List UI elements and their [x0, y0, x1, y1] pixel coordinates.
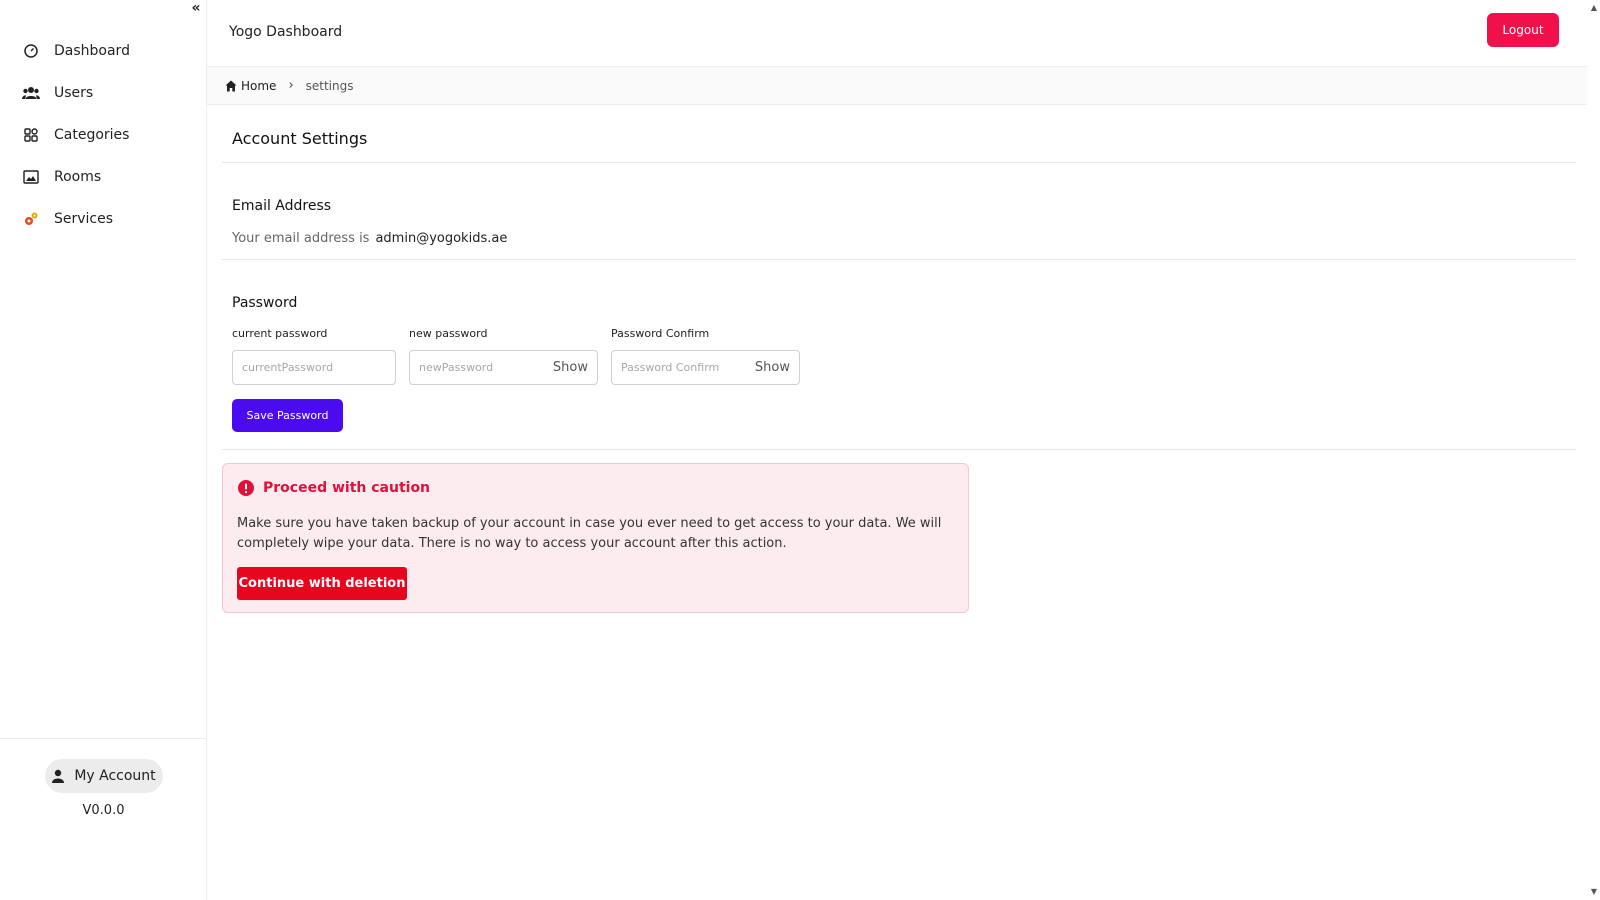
- caution-panel: Proceed with caution Make sure you have …: [222, 463, 969, 613]
- image-icon: [22, 168, 40, 186]
- scroll-up-icon[interactable]: ▲: [1590, 4, 1598, 12]
- users-icon: [22, 84, 40, 102]
- new-password-input[interactable]: [419, 361, 547, 374]
- email-line: Your email address is admin@yogokids.ae: [232, 231, 507, 246]
- page-title: Account Settings: [232, 129, 368, 148]
- breadcrumb-current: settings: [305, 78, 354, 93]
- sidebar-item-label: Categories: [54, 127, 130, 143]
- caution-header: Proceed with caution: [238, 480, 430, 496]
- my-account-button[interactable]: My Account: [45, 759, 163, 793]
- sidebar-item-rooms[interactable]: Rooms: [0, 156, 207, 198]
- sidebar: « Dashboard Users Categories Rooms Servi…: [0, 0, 207, 900]
- new-password-label: new password: [409, 327, 488, 340]
- gauge-icon: [22, 42, 40, 60]
- scroll-down-icon[interactable]: ▼: [1590, 888, 1598, 896]
- sidebar-item-services[interactable]: Services: [0, 198, 207, 240]
- email-prefix: Your email address is: [232, 231, 370, 246]
- show-new-password-button[interactable]: Show: [553, 360, 588, 375]
- chevron-right-icon: ›: [288, 78, 294, 93]
- page-scrollbar[interactable]: ▲ ▼: [1588, 0, 1600, 900]
- confirm-password-field: Show: [611, 350, 800, 385]
- sidebar-nav: Dashboard Users Categories Rooms Service…: [0, 30, 207, 240]
- sidebar-item-label: Users: [54, 85, 94, 101]
- confirm-password-input[interactable]: [621, 361, 749, 374]
- app-version: V0.0.0: [82, 803, 125, 818]
- current-password-label: current password: [232, 327, 328, 340]
- user-icon: [52, 769, 66, 783]
- current-password-input[interactable]: [242, 361, 386, 374]
- logout-button[interactable]: Logout: [1487, 13, 1559, 47]
- sidebar-item-users[interactable]: Users: [0, 72, 207, 114]
- app-root: « Dashboard Users Categories Rooms Servi…: [0, 0, 1600, 900]
- alert-circle-icon: [238, 480, 254, 496]
- sidebar-item-dashboard[interactable]: Dashboard: [0, 30, 207, 72]
- show-confirm-password-button[interactable]: Show: [755, 360, 790, 375]
- divider: [222, 162, 1576, 163]
- top-header: Yogo Dashboard Logout: [207, 0, 1587, 67]
- confirm-password-label: Password Confirm: [611, 327, 710, 340]
- continue-deletion-button[interactable]: Continue with deletion: [237, 567, 407, 600]
- divider: [222, 259, 1576, 260]
- app-title: Yogo Dashboard: [229, 24, 343, 40]
- grid-icon: [22, 126, 40, 144]
- save-password-button[interactable]: Save Password: [232, 399, 343, 432]
- breadcrumb-home[interactable]: Home: [225, 79, 276, 93]
- new-password-field: Show: [409, 350, 598, 385]
- password-section-title: Password: [232, 295, 298, 311]
- caution-message: Make sure you have taken backup of your …: [237, 516, 942, 551]
- breadcrumb: Home › settings: [207, 67, 1587, 105]
- my-account-label: My Account: [74, 768, 156, 784]
- sidebar-item-label: Rooms: [54, 169, 102, 185]
- email-section-title: Email Address: [232, 198, 332, 214]
- home-icon: [225, 80, 237, 92]
- sidebar-item-label: Services: [54, 211, 114, 227]
- breadcrumb-home-label: Home: [241, 78, 277, 93]
- collapse-sidebar-button[interactable]: «: [188, 0, 204, 16]
- email-value: admin@yogokids.ae: [375, 231, 508, 246]
- sidebar-footer: My Account V0.0.0: [0, 738, 207, 900]
- caution-title: Proceed with caution: [263, 480, 431, 496]
- gears-icon: [22, 210, 40, 228]
- sidebar-item-label: Dashboard: [54, 43, 130, 59]
- current-password-field: [232, 350, 396, 385]
- sidebar-item-categories[interactable]: Categories: [0, 114, 207, 156]
- divider: [222, 449, 1576, 450]
